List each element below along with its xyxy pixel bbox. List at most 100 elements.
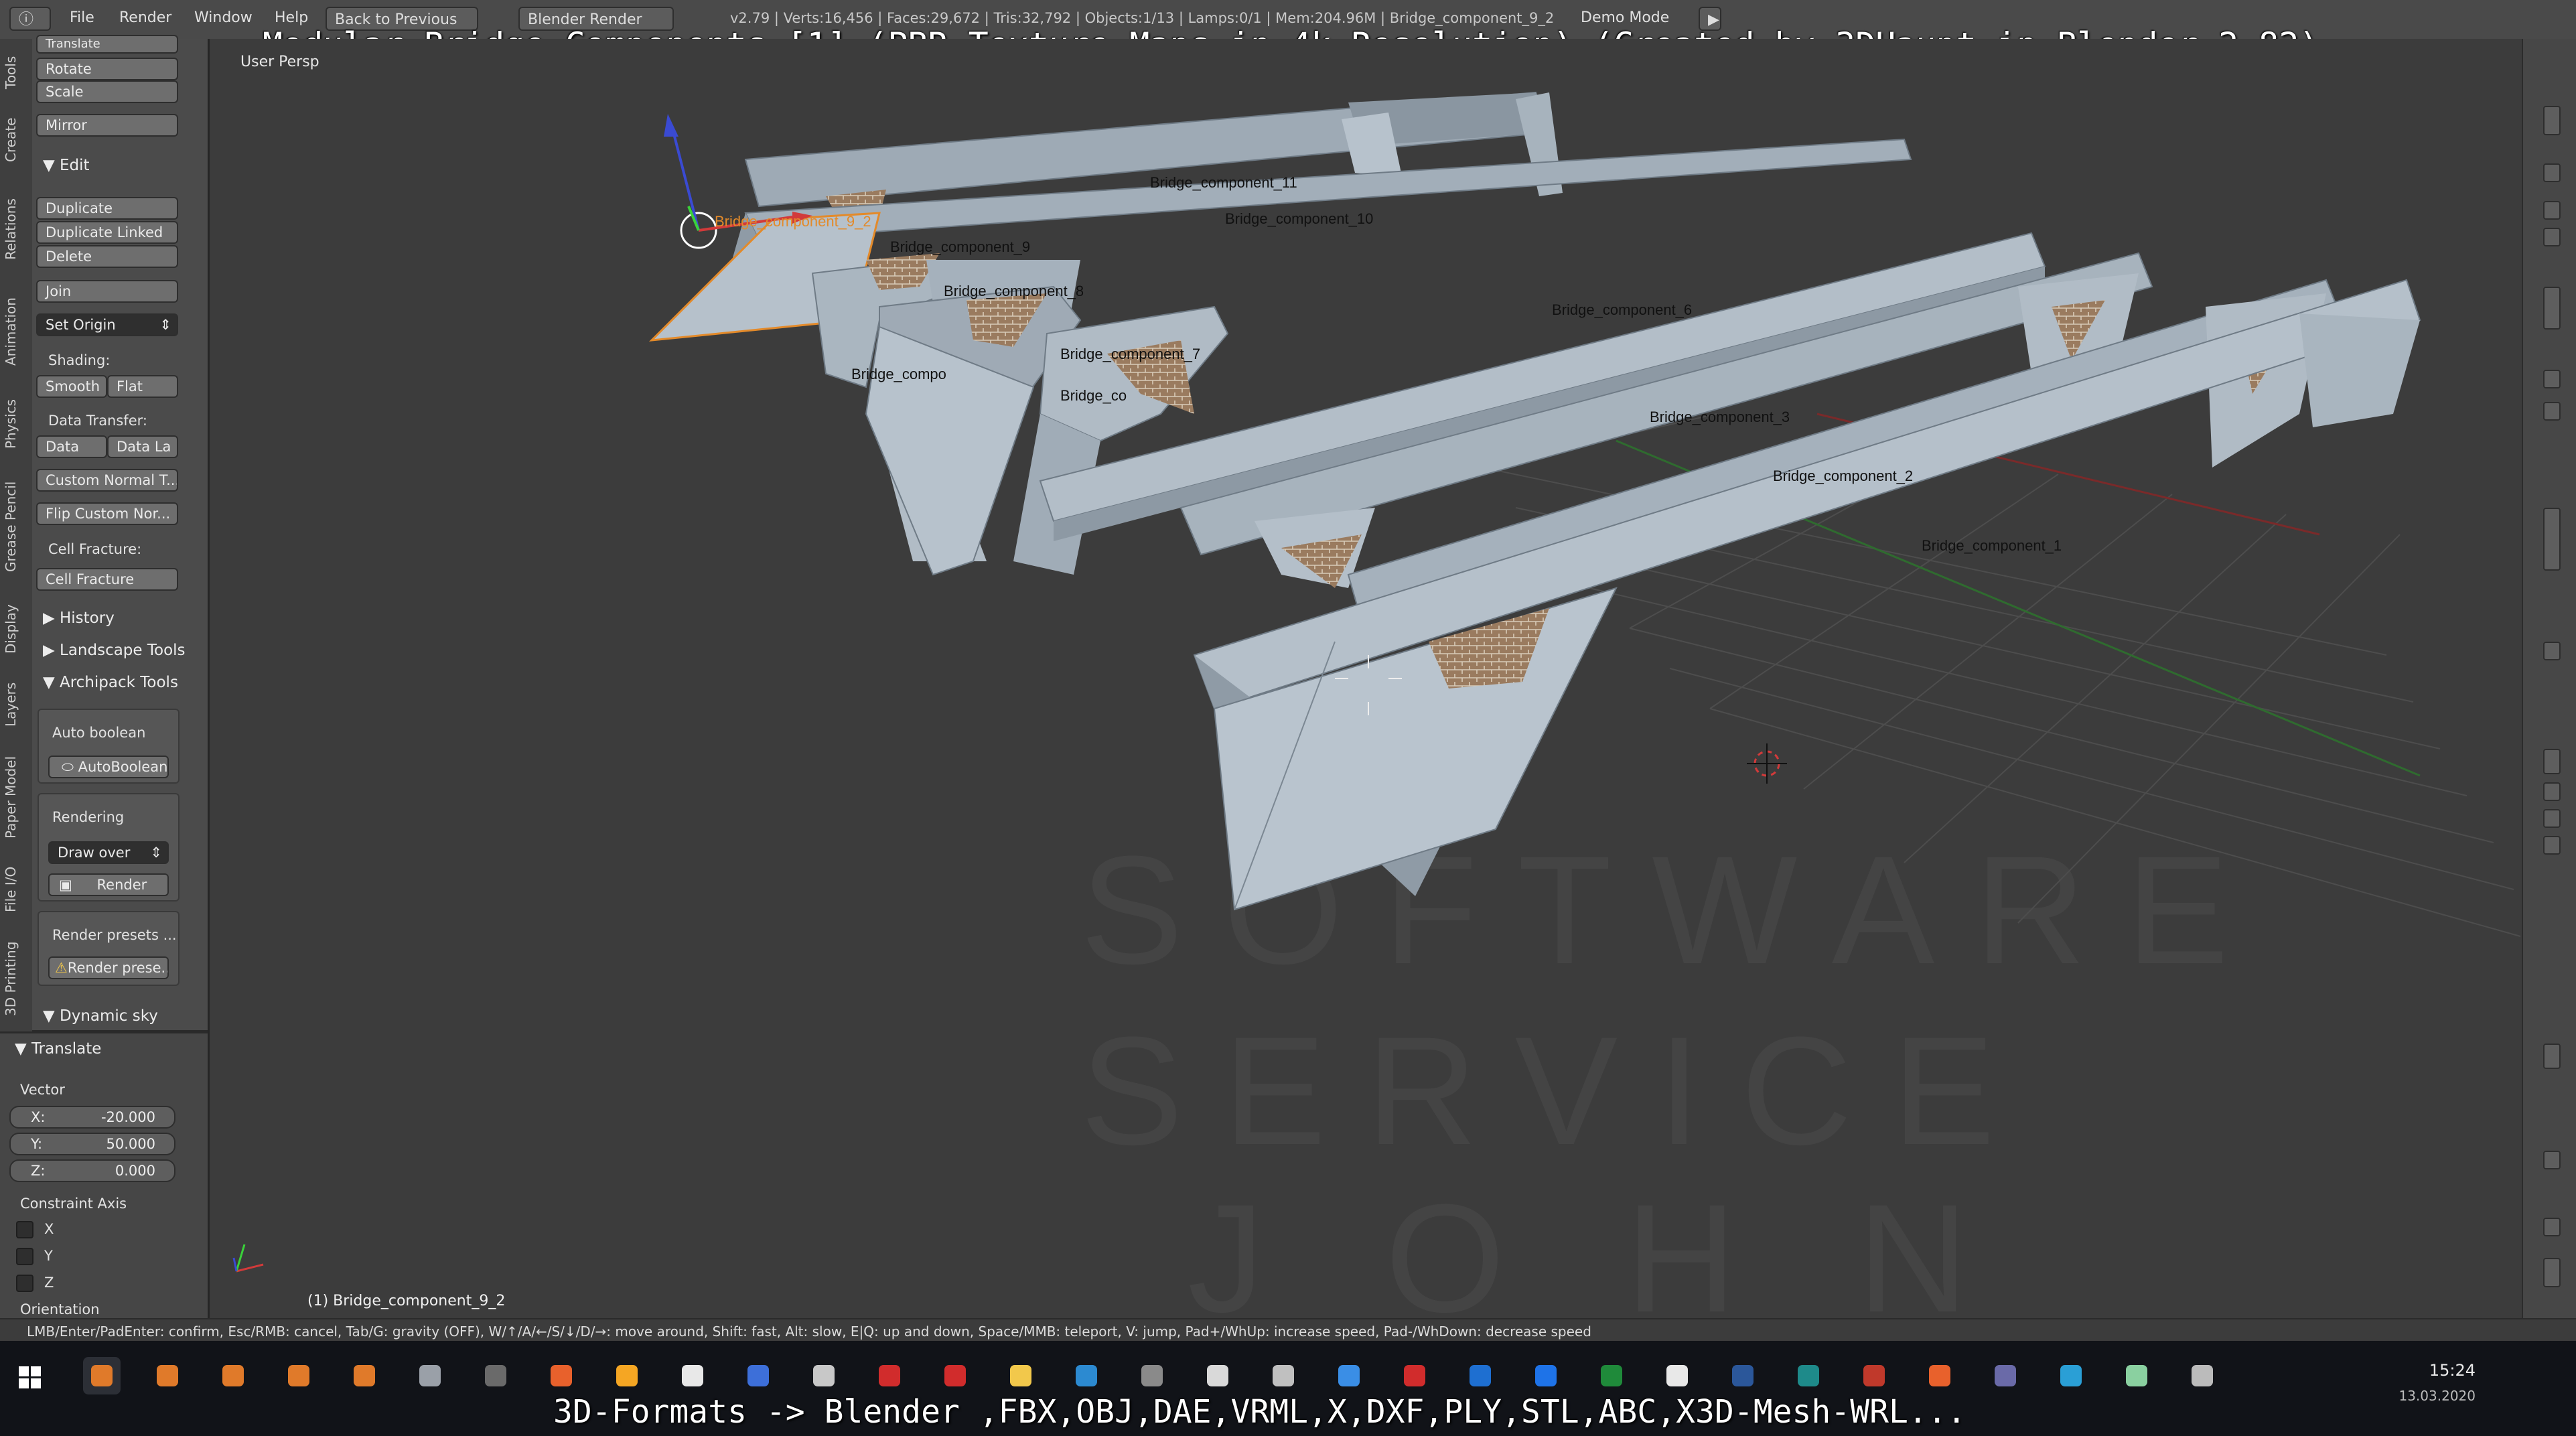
tab-physics[interactable]: Physics	[3, 387, 29, 461]
toggle-icon[interactable]	[2543, 228, 2561, 246]
taskbar-app-icon[interactable]	[477, 1357, 514, 1394]
light-icon[interactable]	[2543, 370, 2561, 388]
flat-button[interactable]: Flat	[107, 375, 178, 398]
taskbar-app-icon[interactable]	[1068, 1357, 1105, 1394]
taskbar-app-icon[interactable]	[543, 1357, 580, 1394]
set-origin-select[interactable]: Set Origin ⇕	[36, 313, 178, 336]
taskbar-app-icon[interactable]	[805, 1357, 843, 1394]
editor-type-button[interactable]: ⓘ	[9, 7, 51, 31]
taskbar-app-icon[interactable]	[346, 1357, 383, 1394]
rotate-button[interactable]: Rotate	[36, 58, 178, 80]
zoom-icon[interactable]	[2543, 1218, 2561, 1236]
vector-y-field[interactable]: Y: 50.000	[9, 1133, 175, 1155]
tab-file-io[interactable]: File I/O	[3, 856, 29, 923]
taskbar-app-icon[interactable]	[1002, 1357, 1040, 1394]
scroll-handle[interactable]	[2543, 508, 2561, 571]
scroll-handle[interactable]	[2543, 287, 2561, 330]
dynamic-sky-header[interactable]: ▼ Dynamic sky	[43, 1007, 158, 1025]
taskbar-app-icon[interactable]	[1133, 1357, 1171, 1394]
render-button[interactable]: ▣ Render	[48, 873, 169, 896]
taskbar-app-icon[interactable]	[936, 1357, 974, 1394]
scroll-handle[interactable]	[2543, 106, 2561, 135]
scroll-handle[interactable]	[2543, 1044, 2561, 1069]
taskbar-app-icon[interactable]	[149, 1357, 186, 1394]
archipack-panel-header[interactable]: ▼ Archipack Tools	[43, 674, 178, 691]
smooth-button[interactable]: Smooth	[36, 375, 107, 398]
taskbar-app-icon[interactable]	[1790, 1357, 1827, 1394]
toggle-icon[interactable]	[2543, 201, 2561, 220]
taskbar-app-icon[interactable]	[1724, 1357, 1762, 1394]
3d-cursor-icon[interactable]	[1747, 743, 1787, 784]
taskbar-app-icon[interactable]	[674, 1357, 711, 1394]
taskbar-app-icon[interactable]	[1199, 1357, 1236, 1394]
duplicate-button[interactable]: Duplicate	[36, 197, 178, 220]
taskbar-app-icon[interactable]	[1593, 1357, 1630, 1394]
taskbar-app-icon[interactable]	[1855, 1357, 1893, 1394]
taskbar-app-icon[interactable]	[871, 1357, 908, 1394]
taskbar-app-icon[interactable]	[411, 1357, 449, 1394]
edit-panel-header[interactable]: ▼ Edit	[43, 157, 90, 174]
mirror-button[interactable]: Mirror	[36, 114, 178, 137]
menu-render[interactable]: Render	[119, 9, 171, 26]
taskbar-app-icon[interactable]	[1658, 1357, 1696, 1394]
taskbar-app-icon[interactable]	[1265, 1357, 1302, 1394]
tab-animation[interactable]: Animation	[3, 281, 29, 382]
lock-icon[interactable]	[2543, 1151, 2561, 1169]
scale-button[interactable]: Scale	[36, 80, 178, 103]
tab-create[interactable]: Create	[3, 103, 29, 177]
toggle-icon[interactable]	[2543, 782, 2561, 801]
taskbar-app-icon[interactable]	[2118, 1357, 2155, 1394]
menu-window[interactable]: Window	[194, 9, 253, 26]
taskbar-app-icon[interactable]	[739, 1357, 777, 1394]
custom-normal-button[interactable]: Custom Normal T...	[36, 469, 178, 492]
operator-header[interactable]: ▼ Translate	[15, 1040, 101, 1058]
3d-viewport[interactable]: SOFTWARE SERVICE JOHN Bridge_component_1…	[210, 39, 2522, 1318]
taskbar-app-icon[interactable]	[608, 1357, 646, 1394]
taskbar-app-icon[interactable]	[2052, 1357, 2090, 1394]
bridge-component-6[interactable]	[1039, 232, 2046, 541]
taskbar-app-icon[interactable]	[1330, 1357, 1368, 1394]
tab-3d-printing[interactable]: 3D Printing	[3, 928, 29, 1029]
toggle-icon[interactable]	[2543, 836, 2561, 855]
tab-grease-pencil[interactable]: Grease Pencil	[3, 466, 29, 587]
render-presets-button[interactable]: ⚠Render prese...	[48, 956, 169, 979]
tab-tools[interactable]: Tools	[3, 46, 29, 99]
tab-display[interactable]: Display	[3, 592, 29, 666]
vector-z-field[interactable]: Z: 0.000	[9, 1159, 175, 1182]
data-button[interactable]: Data	[36, 435, 107, 458]
scroll-handle[interactable]	[2543, 1258, 2561, 1287]
cell-fracture-button[interactable]: Cell Fracture	[36, 568, 178, 591]
tab-relations[interactable]: Relations	[3, 182, 29, 276]
history-panel-header[interactable]: ▶ History	[43, 609, 115, 627]
autoboolean-button[interactable]: ⬭ AutoBoolean	[48, 756, 169, 778]
constraint-z-checkbox[interactable]	[16, 1275, 33, 1292]
windows-start-icon[interactable]	[19, 1366, 42, 1389]
landscape-panel-header[interactable]: ▶ Landscape Tools	[43, 642, 186, 659]
taskbar-app-icon[interactable]	[1921, 1357, 1958, 1394]
toggle-icon[interactable]	[2543, 809, 2561, 828]
constraint-x-checkbox[interactable]	[16, 1221, 33, 1238]
taskbar-app-icon[interactable]	[1987, 1357, 2024, 1394]
taskbar-app-icon[interactable]	[1461, 1357, 1499, 1394]
constraint-y-checkbox[interactable]	[16, 1248, 33, 1265]
tab-layers[interactable]: Layers	[3, 671, 29, 738]
taskbar-app-icon[interactable]	[2184, 1357, 2221, 1394]
toggle-icon[interactable]	[2543, 402, 2561, 421]
flip-custom-normals-button[interactable]: Flip Custom Nor...	[36, 502, 178, 525]
vector-x-field[interactable]: X: -20.000	[9, 1106, 175, 1129]
delete-button[interactable]: Delete	[36, 245, 178, 268]
taskbar-app-icon[interactable]	[1527, 1357, 1565, 1394]
taskbar-app-icon[interactable]	[83, 1357, 121, 1394]
join-button[interactable]: Join	[36, 280, 178, 303]
draw-over-select[interactable]: Draw over ⇕	[48, 841, 169, 864]
duplicate-linked-button[interactable]: Duplicate Linked	[36, 221, 178, 244]
taskbar-app-icon[interactable]	[1396, 1357, 1433, 1394]
data-layers-button[interactable]: Data La	[107, 435, 178, 458]
menu-help[interactable]: Help	[275, 9, 308, 26]
cube-icon[interactable]	[2543, 642, 2561, 660]
menu-file[interactable]: File	[70, 9, 94, 26]
tab-paper-model[interactable]: Paper Model	[3, 743, 29, 851]
camera-icon[interactable]	[2543, 163, 2561, 182]
scroll-handle[interactable]	[2543, 749, 2561, 774]
taskbar-app-icon[interactable]	[214, 1357, 252, 1394]
